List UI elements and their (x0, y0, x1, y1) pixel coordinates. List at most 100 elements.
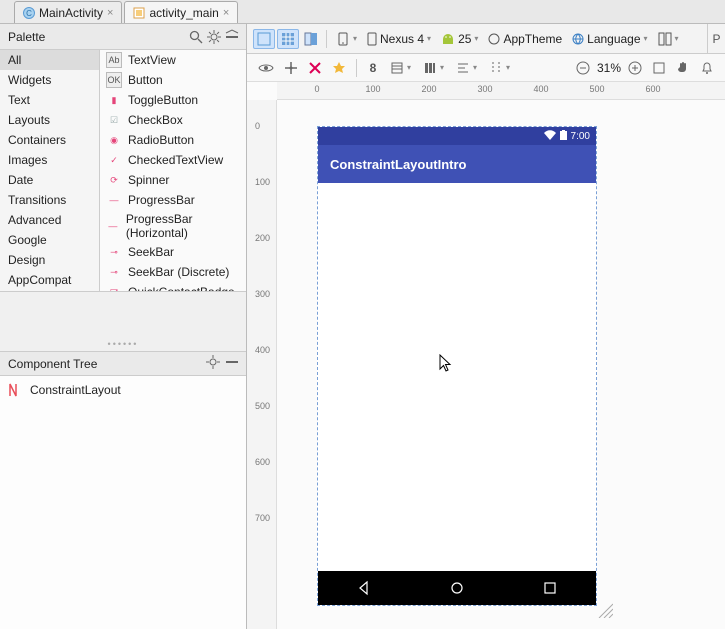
palette-item-label: Spinner (128, 173, 169, 187)
widget-icon: ⊸ (106, 244, 122, 260)
notifications-icon[interactable] (697, 58, 717, 78)
palette-item-label: SeekBar (128, 245, 174, 259)
device-dropdown[interactable]: Nexus 4▾ (363, 30, 435, 48)
widget-icon: — (106, 192, 122, 208)
palette-category-containers[interactable]: Containers (0, 130, 99, 150)
palette-category-text[interactable]: Text (0, 90, 99, 110)
zoom-out-icon[interactable] (573, 58, 593, 78)
palette-category-layouts[interactable]: Layouts (0, 110, 99, 130)
widget-icon: ▮ (106, 92, 122, 108)
device-frame[interactable]: 7:00 ConstraintLayoutIntro (317, 126, 597, 606)
palette-category-google[interactable]: Google (0, 230, 99, 250)
ruler-tick: 200 (421, 84, 436, 94)
margin-dropdown[interactable]: ▾ (386, 59, 415, 77)
default-margin-value[interactable]: 8 (364, 58, 382, 78)
palette-category-design[interactable]: Design (0, 250, 99, 270)
left-panel: Palette All Widgets Text Layouts Contain… (0, 24, 247, 629)
palette-category-widgets[interactable]: Widgets (0, 70, 99, 90)
both-surfaces-btn[interactable] (301, 29, 321, 49)
right-panel: ▾ Nexus 4▾ 25▾ AppTheme Language▾ ▾ P 8 … (247, 24, 725, 629)
api-dropdown[interactable]: 25▾ (437, 30, 482, 48)
device-content-area[interactable] (318, 183, 596, 571)
pack-dropdown[interactable]: ▾ (419, 59, 448, 77)
palette-category-all[interactable]: All (0, 50, 99, 70)
search-icon[interactable] (188, 29, 204, 45)
layout-variants-btn[interactable]: ▾ (654, 30, 683, 48)
palette-item[interactable]: — ProgressBar (Horizontal) (100, 210, 246, 242)
ruler-tick: 500 (589, 84, 604, 94)
palette-item-label: Button (128, 73, 163, 87)
palette-item[interactable]: ✓CheckedTextView (100, 150, 246, 170)
widget-icon: Ab (106, 52, 122, 68)
palette-category-appcompat[interactable]: AppCompat (0, 270, 99, 290)
palette-category-transitions[interactable]: Transitions (0, 190, 99, 210)
palette-item[interactable]: ☑CheckBox (100, 110, 246, 130)
zoom-in-icon[interactable] (625, 58, 645, 78)
widget-icon: ◪ (106, 284, 122, 291)
autoconnect-icon[interactable] (281, 58, 301, 78)
ruler-tick: 600 (255, 457, 270, 467)
api-label: 25 (458, 32, 471, 46)
gear-icon[interactable] (206, 29, 222, 45)
visibility-icon[interactable] (255, 58, 277, 78)
zoom-fit-icon[interactable] (649, 58, 669, 78)
theme-dropdown[interactable]: AppTheme (484, 30, 566, 48)
wifi-icon (544, 130, 556, 143)
component-tree-item-label: ConstraintLayout (30, 383, 121, 397)
ruler-tick: 300 (255, 289, 270, 299)
orientation-dropdown[interactable]: ▾ (332, 30, 361, 48)
locale-dropdown[interactable]: Language▾ (568, 30, 651, 48)
properties-toggle[interactable]: P (707, 24, 725, 54)
palette-category-advanced[interactable]: Advanced (0, 210, 99, 230)
close-icon[interactable]: × (223, 7, 229, 19)
editor-tabs-bar: C MainActivity × activity_main × (0, 0, 725, 24)
panel-gap: •••••• (0, 292, 246, 352)
resize-handle-icon[interactable] (595, 600, 613, 618)
tab-main-activity[interactable]: C MainActivity × (14, 1, 122, 23)
design-toolbar: ▾ Nexus 4▾ 25▾ AppTheme Language▾ ▾ P (247, 24, 725, 54)
design-surface-btn[interactable] (253, 29, 275, 49)
palette-item-label: ProgressBar (Horizontal) (126, 212, 240, 240)
nav-recents-icon (542, 580, 558, 596)
collapse-icon[interactable] (224, 354, 240, 370)
palette-body: All Widgets Text Layouts Containers Imag… (0, 50, 246, 292)
palette-item[interactable]: ◉RadioButton (100, 130, 246, 150)
device-label: Nexus 4 (380, 32, 424, 46)
palette-items: Ab TextView OKButton ▮ ToggleButton ☑CheckBox… (100, 50, 246, 291)
palette-category-date[interactable]: Date (0, 170, 99, 190)
clear-constraints-icon[interactable] (305, 58, 325, 78)
constraint-layout-icon (8, 382, 24, 398)
ruler-tick: 400 (255, 345, 270, 355)
design-canvas[interactable]: 0100200300400500600 01002003004005006007… (247, 82, 725, 629)
palette-item[interactable]: ▮ ToggleButton (100, 90, 246, 110)
battery-icon (560, 130, 567, 143)
close-icon[interactable]: × (107, 7, 113, 19)
ruler-tick: 300 (477, 84, 492, 94)
pan-icon[interactable] (673, 58, 693, 78)
palette-category-images[interactable]: Images (0, 150, 99, 170)
collapse-icon[interactable] (224, 29, 240, 45)
guidelines-dropdown[interactable]: ▾ (485, 59, 514, 77)
infer-constraints-icon[interactable] (329, 58, 349, 78)
ruler-tick: 100 (255, 177, 270, 187)
palette-item[interactable]: ◪QuickContactBadge (100, 282, 246, 291)
palette-item[interactable]: ⊸SeekBar (Discrete) (100, 262, 246, 282)
scroll-hint-icon: •••••• (108, 339, 139, 349)
ruler-vertical: 0100200300400500600700 (247, 100, 277, 629)
ruler-tick: 0 (314, 84, 319, 94)
align-dropdown[interactable]: ▾ (452, 59, 481, 77)
palette-item[interactable]: OKButton (100, 70, 246, 90)
widget-icon: — (106, 218, 120, 234)
palette-item[interactable]: Ab TextView (100, 50, 246, 70)
tab-activity-main[interactable]: activity_main × (124, 1, 238, 23)
editor-toolbar: 8 ▾ ▾ ▾ ▾ 31% (247, 54, 725, 82)
blueprint-surface-btn[interactable] (277, 29, 299, 49)
palette-item-label: TextView (128, 53, 176, 67)
component-tree-item[interactable]: ConstraintLayout (8, 382, 238, 398)
nav-back-icon (356, 580, 372, 596)
palette-item-label: ToggleButton (128, 93, 198, 107)
palette-item[interactable]: ⟳Spinner (100, 170, 246, 190)
palette-item[interactable]: ⊸ SeekBar (100, 242, 246, 262)
palette-item[interactable]: —ProgressBar (100, 190, 246, 210)
gear-icon[interactable] (205, 354, 221, 370)
